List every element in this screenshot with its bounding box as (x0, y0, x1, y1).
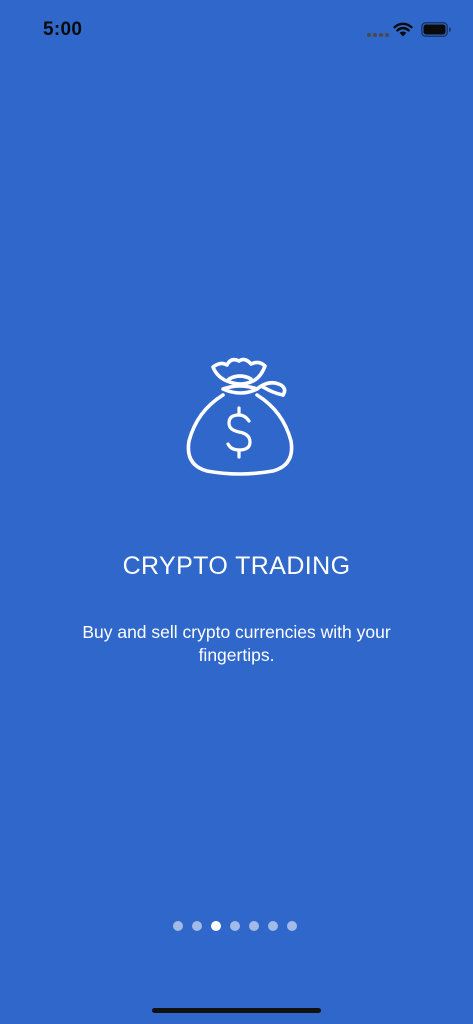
wifi-icon (393, 22, 413, 37)
page-dot-1[interactable] (173, 921, 183, 931)
status-bar: 5:00 (0, 0, 473, 60)
cellular-signal-icon (367, 33, 389, 37)
page-dot-5[interactable] (249, 921, 259, 931)
home-indicator[interactable] (152, 1008, 321, 1013)
money-bag-icon (186, 357, 294, 476)
page-dot-6[interactable] (268, 921, 278, 931)
onboarding-title: CRYPTO TRADING (122, 552, 351, 580)
status-time: 5:00 (43, 19, 83, 40)
page-dot-4[interactable] (230, 921, 240, 931)
battery-icon (421, 22, 451, 37)
onboarding-description: Buy and sell crypto currencies with your… (82, 622, 391, 665)
page-dot-7[interactable] (287, 921, 297, 931)
page-indicator[interactable] (173, 921, 297, 931)
page-dot-3-active[interactable] (211, 921, 221, 931)
page-dot-2[interactable] (192, 921, 202, 931)
